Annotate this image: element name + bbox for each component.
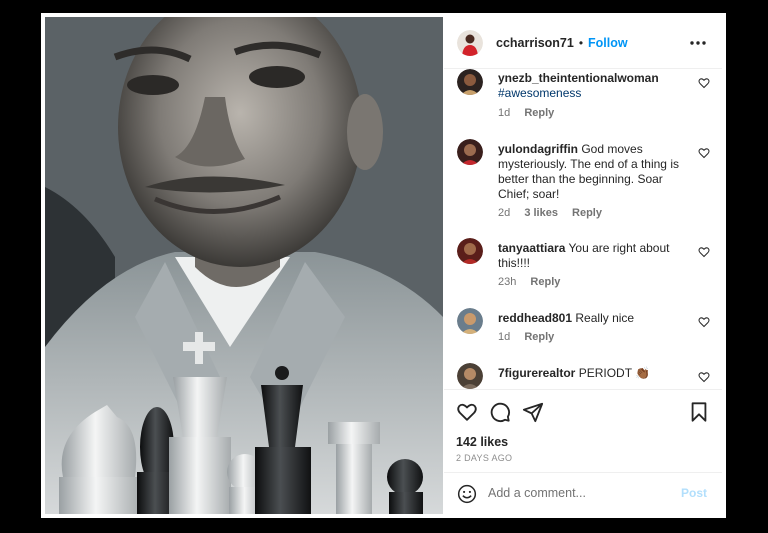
post-comment-button[interactable]: Post [681, 486, 707, 500]
follow-button[interactable]: Follow [588, 36, 628, 50]
likes-count[interactable]: 142 likes [456, 435, 508, 449]
post-image[interactable] [45, 17, 443, 514]
comment-text: yulondagriffin God moves mysteriously. T… [498, 142, 690, 202]
comment-text: ynezb_theintentionalwoman #awesomeness [498, 71, 690, 101]
commenter-username[interactable]: yulondagriffin [498, 142, 578, 156]
comment-age: 23h [498, 276, 517, 288]
commenter-username[interactable]: tanyaattiara [498, 241, 565, 255]
comment-input[interactable] [488, 482, 668, 504]
add-comment-row: Post [444, 472, 722, 514]
comment-meta: 1d Reply [498, 331, 565, 343]
header-separator: • [578, 35, 584, 50]
commenter-avatar[interactable] [457, 363, 483, 389]
commenter-avatar[interactable] [457, 308, 483, 334]
more-horizontal-icon[interactable] [688, 33, 708, 53]
heart-icon[interactable] [698, 77, 710, 89]
comment-text: tanyaattiara You are right about this!!!… [498, 241, 690, 271]
comment-text: 7figurerealtor PERIODT 👏🏾 [498, 366, 690, 381]
comment-meta: 1d Reply [498, 107, 565, 119]
heart-icon[interactable] [698, 246, 710, 258]
comment-likes[interactable]: 3 likes [524, 207, 558, 219]
post-timestamp: 2 DAYS AGO [456, 453, 513, 463]
heart-icon[interactable] [698, 147, 710, 159]
commenter-username[interactable]: ynezb_theintentionalwoman [498, 71, 659, 85]
comment-age: 2d [498, 207, 511, 219]
comment-bubble-icon[interactable] [489, 401, 511, 423]
commenter-avatar[interactable] [457, 69, 483, 95]
reply-button[interactable]: Reply [572, 207, 602, 219]
comment-list[interactable]: ynezb_theintentionalwoman #awesomeness 1… [444, 69, 722, 389]
comment-age: 1d [498, 107, 511, 119]
commenter-avatar[interactable] [457, 139, 483, 165]
post-actions: 142 likes 2 DAYS AGO Post [444, 389, 722, 509]
reply-button[interactable]: Reply [530, 276, 560, 288]
author-avatar[interactable] [457, 29, 483, 56]
comment-content: PERIODT 👏🏾 [578, 366, 651, 380]
comments-panel: ccharrison71 • Follow ynezb_theintention… [444, 17, 722, 514]
portrait-illustration [45, 17, 443, 514]
post-header: ccharrison71 • Follow [444, 17, 722, 69]
commenter-username[interactable]: 7figurerealtor [498, 366, 575, 380]
comment-meta: 23h Reply [498, 276, 571, 288]
author-username[interactable]: ccharrison71 [496, 36, 574, 50]
reply-button[interactable]: Reply [524, 331, 554, 343]
comment-hashtag[interactable]: #awesomeness [498, 86, 581, 100]
heart-icon[interactable] [698, 316, 710, 328]
emoji-icon[interactable] [457, 484, 477, 504]
share-send-icon[interactable] [522, 401, 544, 423]
reply-button[interactable]: Reply [524, 107, 554, 119]
commenter-username[interactable]: reddhead801 [498, 311, 572, 325]
like-heart-icon[interactable] [456, 401, 478, 423]
comment-content: Really nice [575, 311, 635, 325]
save-bookmark-icon[interactable] [688, 401, 710, 423]
comment-age: 1d [498, 331, 511, 343]
comment-text: reddhead801 Really nice [498, 311, 690, 326]
heart-icon[interactable] [698, 371, 710, 383]
commenter-avatar[interactable] [457, 238, 483, 264]
comment-meta: 2d 3 likes Reply [498, 207, 613, 219]
